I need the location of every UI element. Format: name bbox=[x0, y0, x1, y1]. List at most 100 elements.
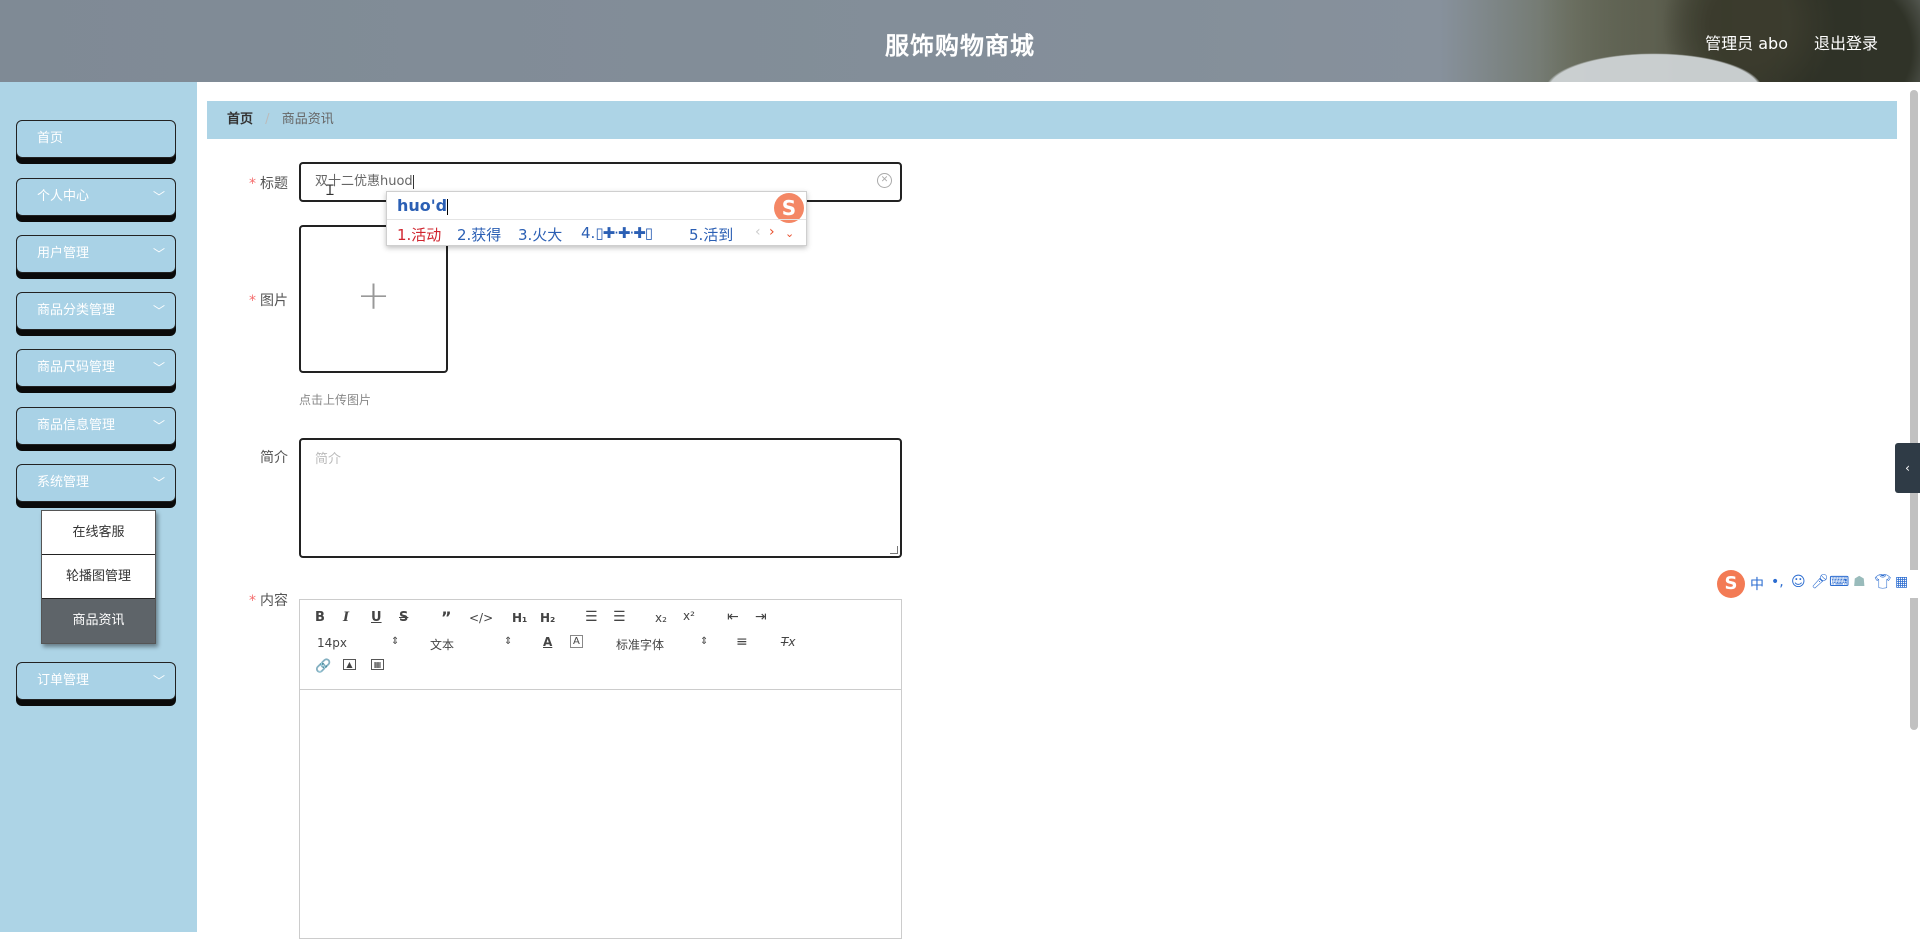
background-color-icon[interactable]: A bbox=[570, 635, 583, 648]
sidebar-item-product-info[interactable]: 商品信息管理 ﹀ bbox=[16, 407, 176, 445]
sidebar-item-label: 首页 bbox=[37, 131, 64, 146]
strike-icon[interactable]: S bbox=[399, 610, 408, 625]
image-icon[interactable]: ▲ bbox=[343, 659, 356, 670]
submenu-item-news[interactable]: 商品资讯 bbox=[42, 599, 155, 643]
sidebar-item-size[interactable]: 商品尺码管理 ﹀ bbox=[16, 349, 176, 387]
ordered-list-icon[interactable]: ☰ bbox=[585, 609, 598, 625]
ime-next-icon[interactable]: › bbox=[769, 224, 775, 240]
bold-icon[interactable]: B bbox=[315, 610, 325, 625]
top-header: 服饰购物商城 管理员 abo 退出登录 bbox=[0, 0, 1920, 82]
italic-icon[interactable]: I bbox=[343, 610, 349, 625]
ime-candidate[interactable]: 2.获得 bbox=[457, 224, 501, 245]
font-size-select[interactable]: 14px ⇕ bbox=[317, 636, 407, 650]
sidebar-item-label: 用户管理 bbox=[37, 246, 90, 261]
sidebar-item-label: 个人中心 bbox=[37, 189, 90, 204]
emoji-icon[interactable]: ☺ bbox=[1791, 574, 1806, 590]
chevron-down-icon: ﹀ bbox=[152, 304, 165, 318]
breadcrumb-home[interactable]: 首页 bbox=[227, 112, 253, 127]
ime-candidate[interactable]: 3.火大 bbox=[518, 224, 562, 245]
chevron-down-icon: ﹀ bbox=[152, 190, 165, 204]
clear-icon[interactable]: ✕ bbox=[877, 173, 892, 188]
clear-format-icon[interactable]: T̶x bbox=[781, 635, 795, 649]
skin-icon[interactable]: 👕︎ bbox=[1874, 574, 1892, 590]
side-panel-toggle[interactable]: ‹ bbox=[1895, 443, 1920, 493]
current-user: 管理员 abo bbox=[1705, 34, 1788, 53]
site-title: 服饰购物商城 bbox=[885, 32, 1035, 60]
select-arrows-icon: ⇕ bbox=[700, 636, 709, 647]
bullet-list-icon[interactable]: ☰ bbox=[613, 609, 626, 625]
chevron-left-icon: ‹ bbox=[1905, 461, 1910, 475]
chevron-down-icon: ﹀ bbox=[152, 419, 165, 433]
sidebar-item-label: 商品尺码管理 bbox=[37, 360, 116, 375]
sidebar-item-label: 系统管理 bbox=[37, 475, 90, 490]
punctuation-icon[interactable]: •, bbox=[1771, 574, 1784, 590]
submenu-item-carousel[interactable]: 轮播图管理 bbox=[42, 555, 155, 599]
sidebar: 首页 个人中心 ﹀ 用户管理 ﹀ 商品分类管理 ﹀ 商品尺码管理 ﹀ 商品信息管理 ﹀ 系… bbox=[0, 82, 197, 932]
resize-handle-icon[interactable] bbox=[890, 546, 898, 554]
image-upload[interactable]: + bbox=[299, 225, 448, 373]
indent-icon[interactable]: ⇥ bbox=[755, 609, 767, 625]
sidebar-item-label: 订单管理 bbox=[37, 673, 90, 688]
content-label: * 内容 bbox=[249, 593, 288, 609]
keyboard-icon[interactable]: ⌨ bbox=[1829, 574, 1849, 590]
rich-text-editor: B I U S ” </> H₁ H₂ ☰ ☰ x₂ x² ⇤ ⇥ 14px ⇕ … bbox=[299, 599, 902, 939]
user-icon[interactable]: ☗ bbox=[1853, 574, 1866, 590]
plus-icon: + bbox=[356, 273, 391, 319]
font-color-icon[interactable]: A bbox=[543, 635, 552, 649]
ime-composition: huo'd bbox=[397, 196, 449, 215]
ime-expand-icon[interactable]: ⌄ bbox=[785, 227, 794, 240]
ime-candidate[interactable]: 4.▯✚·✚·✚▯ bbox=[581, 224, 653, 242]
text-cursor-icon: Ｉ bbox=[323, 183, 337, 199]
toolbox-icon[interactable]: ▦ bbox=[1895, 574, 1908, 590]
logout-button[interactable]: 退出登录 bbox=[1814, 30, 1878, 54]
superscript-icon[interactable]: x² bbox=[683, 609, 695, 623]
sogou-logo-icon[interactable]: S bbox=[1717, 570, 1745, 598]
editor-toolbar: B I U S ” </> H₁ H₂ ☰ ☰ x₂ x² ⇤ ⇥ 14px ⇕ … bbox=[300, 600, 901, 690]
header-select[interactable]: 文本 ⇕ bbox=[430, 636, 520, 653]
select-arrows-icon: ⇕ bbox=[504, 636, 513, 647]
sidebar-item-users[interactable]: 用户管理 ﹀ bbox=[16, 235, 176, 273]
h1-icon[interactable]: H₁ bbox=[512, 611, 527, 625]
underline-icon[interactable]: U bbox=[371, 610, 382, 625]
outdent-icon[interactable]: ⇤ bbox=[727, 609, 739, 625]
sidebar-item-home[interactable]: 首页 bbox=[16, 120, 176, 158]
chevron-down-icon: ﹀ bbox=[152, 674, 165, 688]
chevron-down-icon: ﹀ bbox=[152, 361, 165, 375]
chevron-down-icon: ﹀ bbox=[152, 247, 165, 261]
sidebar-item-orders[interactable]: 订单管理 ﹀ bbox=[16, 662, 176, 700]
ime-candidate[interactable]: 5.活到 bbox=[689, 224, 733, 245]
sidebar-item-label: 商品信息管理 bbox=[37, 418, 116, 433]
chevron-down-icon: ﹀ bbox=[152, 476, 165, 490]
video-icon[interactable]: ▦ bbox=[371, 659, 384, 670]
system-submenu: 在线客服 轮播图管理 商品资讯 bbox=[41, 510, 156, 644]
h2-icon[interactable]: H₂ bbox=[540, 611, 555, 625]
ime-prev-icon[interactable]: ‹ bbox=[755, 224, 761, 240]
ime-candidate[interactable]: 1.活动 bbox=[397, 224, 441, 245]
intro-label: 简介 bbox=[260, 450, 288, 466]
align-icon[interactable]: ≡ bbox=[736, 634, 748, 650]
upload-tip: 点击上传图片 bbox=[299, 393, 372, 407]
title-label: * 标题 bbox=[249, 176, 288, 192]
code-block-icon[interactable]: </> bbox=[469, 611, 493, 625]
link-icon[interactable]: 🔗 bbox=[315, 659, 331, 674]
microphone-icon[interactable]: 🎤︎ bbox=[1811, 574, 1829, 590]
sidebar-item-category[interactable]: 商品分类管理 ﹀ bbox=[16, 292, 176, 330]
subscript-icon[interactable]: x₂ bbox=[655, 611, 667, 625]
select-arrows-icon: ⇕ bbox=[391, 636, 400, 647]
editor-content-area[interactable] bbox=[300, 690, 901, 938]
sidebar-item-system[interactable]: 系统管理 ﹀ bbox=[16, 464, 176, 502]
blockquote-icon[interactable]: ” bbox=[441, 608, 452, 627]
ime-status-bar: S 中 •, ☺ 🎤︎ ⌨ ☗ 👕︎ ▦ bbox=[1717, 570, 1920, 598]
sidebar-item-personal[interactable]: 个人中心 ﹀ bbox=[16, 178, 176, 216]
submenu-item-customer-service[interactable]: 在线客服 bbox=[42, 511, 155, 555]
breadcrumb-current: 商品资讯 bbox=[281, 112, 334, 127]
intro-placeholder: 简介 bbox=[315, 452, 342, 467]
sidebar-item-label: 商品分类管理 bbox=[37, 303, 116, 318]
page-scrollbar[interactable] bbox=[1910, 90, 1918, 730]
breadcrumb: 首页 / 商品资讯 bbox=[207, 101, 1897, 139]
chinese-mode-icon[interactable]: 中 bbox=[1750, 574, 1764, 594]
intro-textarea[interactable]: 简介 bbox=[299, 438, 902, 558]
font-family-select[interactable]: 标准字体 ⇕ bbox=[616, 636, 716, 653]
ime-candidate-popup: huo'd S 1.活动 2.获得 3.火大 4.▯✚·✚·✚▯ 5.活到 ‹ … bbox=[386, 191, 807, 246]
breadcrumb-separator: / bbox=[265, 112, 270, 127]
